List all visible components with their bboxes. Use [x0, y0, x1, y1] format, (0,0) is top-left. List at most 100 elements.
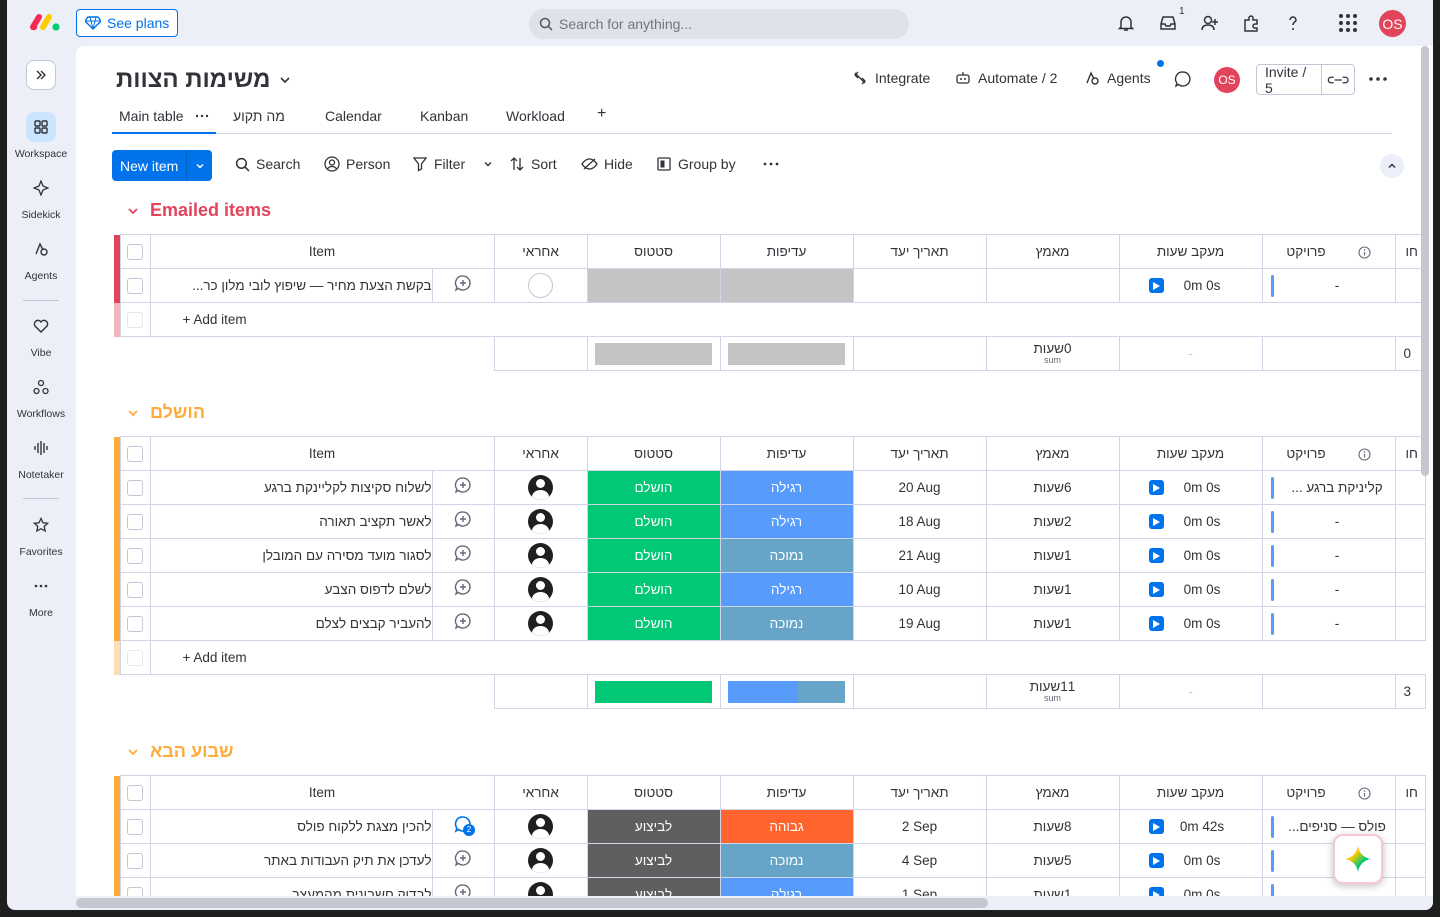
- updates-cell[interactable]: [431, 843, 495, 878]
- nav-notetaker[interactable]: Notetaker: [7, 433, 75, 481]
- project-cell[interactable]: -: [1261, 268, 1396, 303]
- effort-cell[interactable]: 6שעות: [985, 470, 1120, 505]
- status-cell[interactable]: הושלם: [586, 504, 721, 539]
- play-timer-icon[interactable]: [1149, 616, 1165, 631]
- copy-link-icon[interactable]: [1322, 72, 1354, 88]
- status-cell[interactable]: הושלם: [586, 572, 721, 607]
- agents-button[interactable]: Agents: [1084, 70, 1151, 86]
- effort-cell[interactable]: [985, 268, 1120, 303]
- add-item-row[interactable]: + Add item: [114, 302, 1426, 337]
- item-name-cell[interactable]: לשלם לדפוס הצבע: [149, 572, 433, 607]
- board-title[interactable]: משימות הצוות: [116, 66, 292, 94]
- info-icon[interactable]: [1358, 787, 1371, 800]
- extra-cell[interactable]: [1394, 606, 1426, 641]
- row-checkbox-cell[interactable]: [119, 572, 151, 607]
- row-checkbox-cell[interactable]: [119, 234, 151, 269]
- table-row[interactable]: בקשת הצעת מחיר — שיפוץ לובי מלון כר... 0m…: [114, 268, 1426, 303]
- nav-agents[interactable]: Agents: [7, 234, 75, 282]
- project-cell[interactable]: קליניקת ברגע ...: [1261, 470, 1396, 505]
- owner-cell[interactable]: [493, 504, 588, 539]
- nav-workflows[interactable]: Workflows: [7, 372, 75, 420]
- extra-cell[interactable]: [1394, 538, 1426, 573]
- info-icon[interactable]: [1358, 246, 1371, 259]
- item-name-cell[interactable]: לשלוח סקיצות לקליינקת ברגע: [149, 470, 433, 505]
- search-input[interactable]: [559, 16, 879, 32]
- row-checkbox-cell[interactable]: [119, 775, 151, 810]
- row-checkbox-cell[interactable]: [119, 606, 151, 641]
- item-name-cell[interactable]: בקשת הצעת מחיר — שיפוץ לובי מלון כר...: [149, 268, 433, 303]
- expand-nav-button[interactable]: [26, 60, 56, 90]
- tab-kanban[interactable]: Kanban: [420, 108, 468, 124]
- col-header-effort[interactable]: מאמץ: [985, 234, 1120, 269]
- play-timer-icon[interactable]: [1149, 480, 1165, 495]
- play-timer-icon[interactable]: [1149, 853, 1165, 868]
- effort-cell[interactable]: 2שעות: [985, 504, 1120, 539]
- extra-cell[interactable]: [1394, 504, 1426, 539]
- time-tracking-cell[interactable]: 0m 0s: [1118, 268, 1263, 303]
- tab-options-icon[interactable]: [195, 111, 209, 121]
- project-cell[interactable]: -: [1261, 538, 1396, 573]
- row-checkbox[interactable]: [127, 852, 143, 869]
- col-header-priority[interactable]: עדיפות: [719, 775, 854, 810]
- updates-cell[interactable]: [431, 268, 495, 303]
- nav-more[interactable]: More: [7, 571, 75, 619]
- col-header-status[interactable]: סטטוס: [586, 234, 721, 269]
- owner-cell[interactable]: [493, 572, 588, 607]
- apps-marketplace-icon[interactable]: [1240, 12, 1262, 34]
- tab-main-table[interactable]: Main table: [119, 108, 209, 124]
- invite-members-icon[interactable]: [1199, 12, 1221, 34]
- tab-workload[interactable]: Workload: [506, 108, 565, 124]
- col-header-project[interactable]: פרויקט: [1261, 436, 1396, 471]
- add-item-cell[interactable]: + Add item: [149, 302, 1426, 337]
- row-checkbox[interactable]: [127, 243, 143, 260]
- time-tracking-cell[interactable]: 0m 0s: [1118, 572, 1263, 607]
- group-title[interactable]: שבוע הבא: [126, 741, 234, 762]
- tab-calendar[interactable]: Calendar: [325, 108, 382, 124]
- app-switcher-icon[interactable]: [1337, 12, 1359, 34]
- priority-cell[interactable]: רגילה: [719, 504, 854, 539]
- col-header-item[interactable]: Item: [149, 234, 495, 269]
- table-row[interactable]: לשלם לדפוס הצבע הושלם רגילה 10 Aug 1שעות 0m 0…: [114, 572, 1426, 607]
- status-cell[interactable]: הושלם: [586, 470, 721, 505]
- tab-stuck[interactable]: מה תקוע: [233, 108, 285, 124]
- sidekick-fab-button[interactable]: [1333, 834, 1383, 884]
- status-cell[interactable]: הושלם: [586, 606, 721, 641]
- global-search[interactable]: [529, 9, 909, 39]
- row-checkbox[interactable]: [127, 445, 143, 462]
- chevron-down-icon[interactable]: [126, 745, 140, 759]
- user-avatar[interactable]: OS: [1377, 8, 1408, 39]
- play-timer-icon[interactable]: [1149, 278, 1165, 293]
- priority-cell[interactable]: גבוהה: [719, 809, 854, 844]
- add-view-button[interactable]: +: [597, 105, 606, 123]
- toolbar-more-icon[interactable]: [762, 158, 780, 170]
- due-date-cell[interactable]: 10 Aug: [852, 572, 987, 607]
- col-header-due-date[interactable]: תאריך יעד: [852, 234, 987, 269]
- effort-cell[interactable]: 1שעות: [985, 538, 1120, 573]
- group-title[interactable]: Emailed items: [126, 200, 271, 221]
- time-tracking-cell[interactable]: 0m 0s: [1118, 606, 1263, 641]
- due-date-cell[interactable]: 19 Aug: [852, 606, 987, 641]
- col-header-due-date[interactable]: תאריך יעד: [852, 775, 987, 810]
- priority-cell[interactable]: נמוכה: [719, 538, 854, 573]
- col-header-owner[interactable]: אחראי: [493, 436, 588, 471]
- col-header-extra[interactable]: חו: [1394, 775, 1426, 810]
- due-date-cell[interactable]: 20 Aug: [852, 470, 987, 505]
- row-checkbox-cell[interactable]: [119, 809, 151, 844]
- play-timer-icon[interactable]: [1149, 819, 1165, 834]
- row-checkbox-cell[interactable]: [119, 268, 151, 303]
- col-header-status[interactable]: סטטוס: [586, 436, 721, 471]
- col-header-owner[interactable]: אחראי: [493, 234, 588, 269]
- table-row[interactable]: להכין מצגת ללקוח פולס 2 לביצוע גבוהה 2 Sep 8ש…: [114, 809, 1426, 844]
- col-header-priority[interactable]: עדיפות: [719, 436, 854, 471]
- owner-cell[interactable]: [493, 843, 588, 878]
- col-header-project[interactable]: פרויקט: [1261, 234, 1396, 269]
- row-checkbox[interactable]: [127, 513, 143, 530]
- group-title[interactable]: הושלם: [126, 402, 205, 423]
- integrate-button[interactable]: Integrate: [852, 70, 930, 86]
- add-item-row[interactable]: + Add item: [114, 640, 1426, 675]
- owner-cell[interactable]: [493, 606, 588, 641]
- filter-button[interactable]: Filter: [412, 156, 493, 172]
- updates-cell[interactable]: [431, 538, 495, 573]
- priority-cell[interactable]: נמוכה: [719, 843, 854, 878]
- project-cell[interactable]: -: [1261, 504, 1396, 539]
